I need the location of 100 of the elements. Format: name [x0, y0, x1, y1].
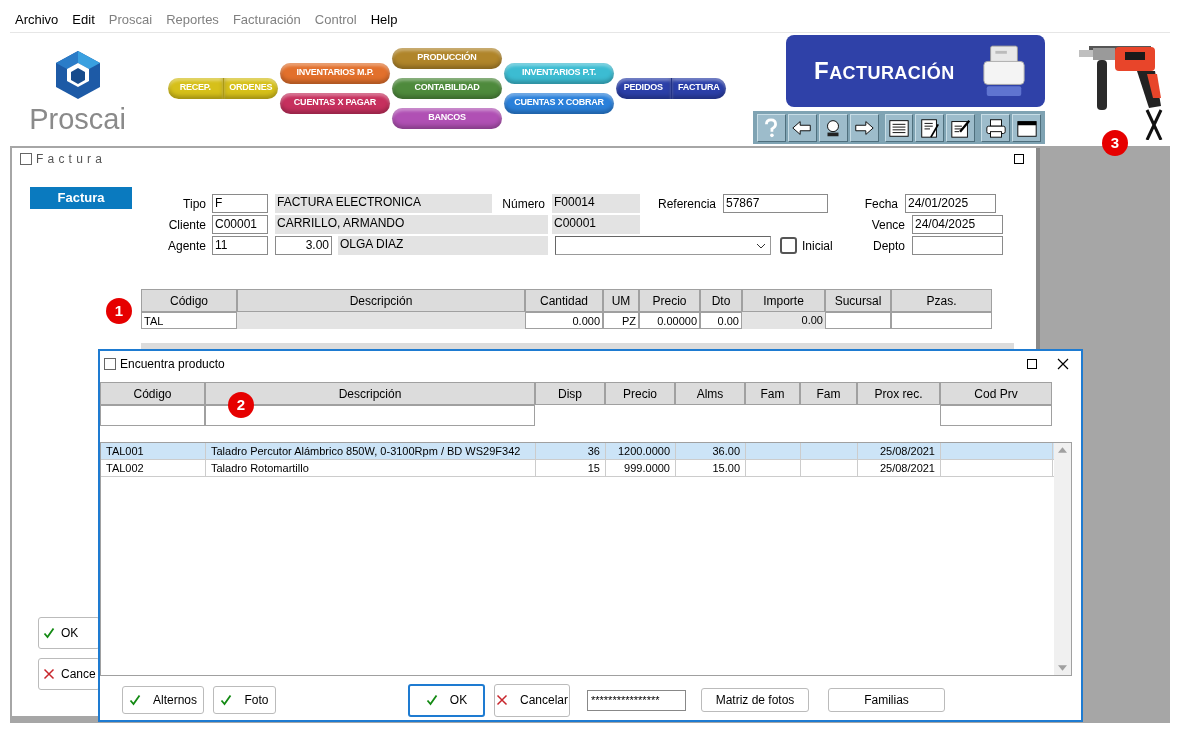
column-header: Código [141, 289, 237, 312]
window-title: Factura [36, 151, 107, 168]
chevron-down-icon [756, 242, 766, 249]
check-icon [220, 694, 233, 706]
nav-button[interactable]: FACTURA [671, 77, 726, 99]
field-label: Cliente [167, 216, 206, 234]
dialog-button[interactable]: Cance [38, 658, 100, 690]
column-header: Cod Prv [940, 382, 1052, 405]
read-only-field: F00014 [552, 194, 640, 213]
column-header: Cantidad [525, 289, 603, 312]
dialog-button[interactable]: OK [38, 617, 100, 649]
section-tab[interactable]: Factura [30, 187, 132, 209]
checkbox-label: Inicial [802, 237, 834, 255]
filter-field[interactable] [940, 405, 1052, 426]
input-field[interactable]: C00001 [212, 215, 268, 234]
checkbox[interactable] [780, 237, 797, 254]
list-row[interactable]: TAL001 Taladro Percutor Alámbrico 850W, 0-3100Rpm / BD WS29F342 36 1200.0000 36.00 25/08/2021 [101, 443, 1054, 460]
column-header: Código [100, 382, 205, 405]
maximize-icon[interactable] [1014, 154, 1024, 164]
table-cell: 15 [536, 460, 606, 476]
table-cell: 25/08/2021 [858, 443, 941, 459]
nav-button[interactable]: CONTABILIDAD [392, 77, 502, 99]
field-label: Agente [166, 237, 206, 255]
table-cell: 36.00 [676, 443, 746, 459]
input-field[interactable]: 24/04/2025 [912, 215, 1003, 234]
read-only-field: C00001 [552, 215, 640, 234]
column-header: Importe [742, 289, 825, 312]
table-cell: 25/08/2021 [858, 460, 941, 476]
column-header: Pzas. [891, 289, 992, 312]
printer-icon [981, 44, 1027, 98]
input-field[interactable]: 24/01/2025 [905, 194, 996, 213]
toolbar-button[interactable] [884, 113, 914, 142]
table-cell: PZ [603, 312, 639, 329]
input-field[interactable] [912, 236, 1003, 255]
column-header: Alms [675, 382, 745, 405]
nav-button[interactable]: CUENTAS X COBRAR [504, 92, 614, 114]
banner-title: FACTURACIÓN [814, 56, 955, 86]
field-label: Referencia [656, 195, 716, 213]
table-cell: 15.00 [676, 460, 746, 476]
filter-field[interactable] [100, 405, 205, 426]
menu-item[interactable]: Help [370, 9, 398, 29]
column-header: Fam [800, 382, 857, 405]
toolbar-button[interactable] [946, 113, 976, 142]
toolbar-button[interactable] [818, 113, 848, 142]
nav-button[interactable]: BANCOS [392, 107, 502, 129]
toolbar-button[interactable] [915, 113, 945, 142]
nav-button[interactable]: CUENTAS X PAGAR [280, 92, 390, 114]
read-only-field: FACTURA ELECTRONICA [275, 194, 492, 213]
table-cell: Taladro Rotomartillo [206, 460, 536, 476]
password-field[interactable]: **************** [587, 689, 686, 711]
check-icon [43, 627, 55, 639]
dialog-button[interactable]: Alternos [122, 686, 204, 714]
dialog-button[interactable]: Matriz de fotos [701, 688, 809, 712]
field-label: Fecha [863, 195, 898, 213]
table-cell [825, 312, 891, 329]
maximize-icon[interactable] [1027, 359, 1037, 369]
column-header: Fam [745, 382, 800, 405]
toolbar-button[interactable] [849, 113, 879, 142]
column-header: Precio [639, 289, 700, 312]
input-field[interactable]: 57867 [723, 194, 828, 213]
input-field[interactable]: 11 [212, 236, 268, 255]
menu-item[interactable]: Edit [72, 9, 95, 29]
table-cell: 0.000 [525, 312, 603, 329]
table-cell: 0.00000 [639, 312, 700, 329]
table-cell: 0.00 [700, 312, 742, 329]
table-cell: 999.0000 [606, 460, 676, 476]
menu-item[interactable]: Archivo [15, 9, 59, 29]
table-cell: Taladro Percutor Alámbrico 850W, 0-3100Rpm / BD WS29F342 [206, 443, 536, 459]
column-header: Precio [605, 382, 675, 405]
number-badge: 2 [228, 392, 254, 418]
window-icon [104, 358, 116, 370]
number-badge: 1 [106, 298, 132, 324]
read-only-field: CARRILLO, ARMANDO [275, 215, 548, 234]
field-label: Depto [871, 237, 905, 255]
table-cell: 1200.0000 [606, 443, 676, 459]
toolbar-button[interactable] [1012, 113, 1041, 142]
table-cell: 0.00 [742, 312, 825, 329]
dropdown[interactable] [555, 236, 771, 255]
input-field[interactable]: 3.00 [275, 236, 332, 255]
dialog-button[interactable]: Foto [213, 686, 276, 714]
column-header: Descripción [237, 289, 525, 312]
dialog-button[interactable]: Familias [828, 688, 945, 712]
table-cell: TAL001 [101, 443, 206, 459]
column-header: Prox rec. [857, 382, 940, 405]
dialog-button[interactable]: OK [408, 683, 485, 717]
column-header: Sucursal [825, 289, 891, 312]
list-row[interactable]: TAL002 Taladro Rotomartillo 15 999.0000 15.00 25/08/2021 [101, 460, 1054, 477]
close-icon[interactable] [1057, 358, 1069, 370]
close-icon [496, 694, 508, 706]
check-icon [425, 694, 438, 706]
dialog-button[interactable]: Cancelar [494, 683, 570, 717]
nav-button[interactable]: PEDIDOS [616, 77, 672, 99]
toolbar-button[interactable] [981, 113, 1011, 142]
window-icon [20, 153, 32, 165]
toolbar-button[interactable] [787, 113, 817, 142]
print-icon [983, 116, 1008, 139]
column-header: Disp [535, 382, 605, 405]
input-field[interactable]: F [212, 194, 268, 213]
table-cell: TAL [141, 312, 237, 329]
field-label: Tipo [182, 195, 206, 213]
